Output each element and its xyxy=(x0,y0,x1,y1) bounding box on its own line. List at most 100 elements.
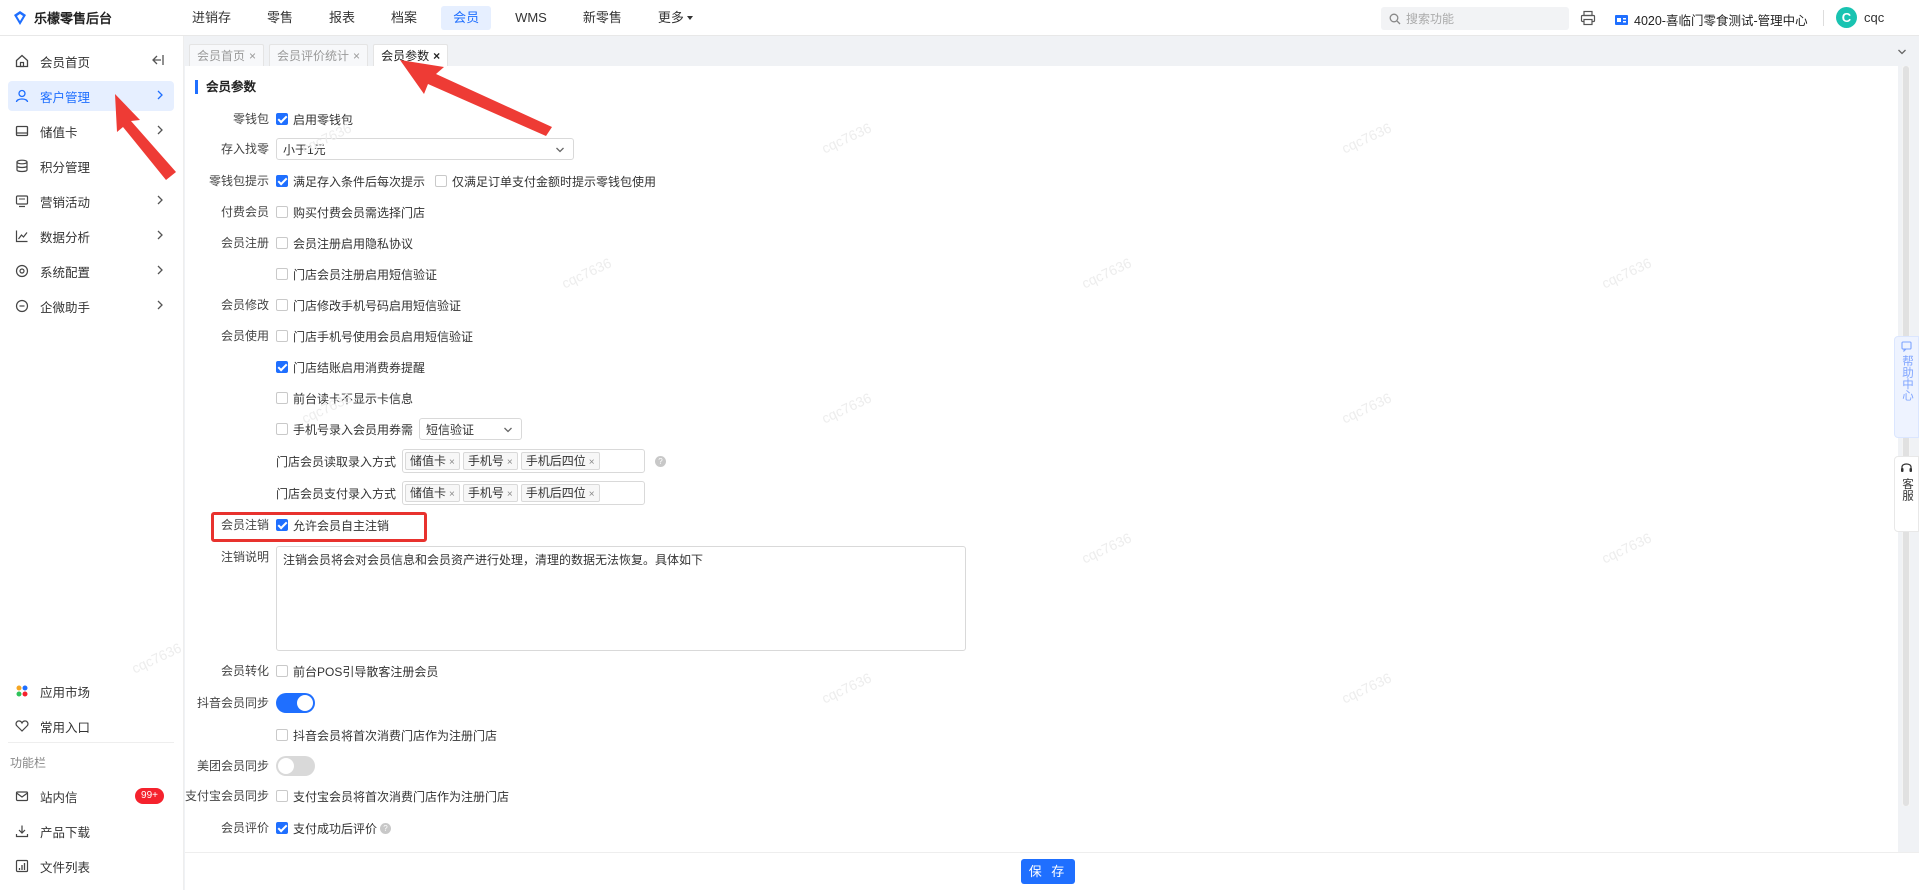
remove-tag-icon[interactable]: × xyxy=(507,489,513,500)
sidebar-item-member-home[interactable]: 会员首页 xyxy=(8,46,174,76)
store-icon xyxy=(1615,14,1628,25)
help-center-button[interactable]: 帮助中心 xyxy=(1894,336,1919,438)
sidebar-item-downloads[interactable]: 产品下载 xyxy=(8,816,174,846)
close-icon[interactable]: × xyxy=(353,49,360,63)
remove-tag-icon[interactable]: × xyxy=(507,457,513,468)
alipay-first-store-checkbox[interactable] xyxy=(276,790,288,802)
collapse-sidebar-icon[interactable] xyxy=(151,54,164,69)
cancel-description-textarea[interactable]: 注销会员将会对会员信息和会员资产进行处理，清理的数据无法恢复。具体如下 xyxy=(276,546,966,651)
select-value: 小于1元 xyxy=(283,142,326,157)
printer-icon[interactable] xyxy=(1580,10,1596,26)
modify-phone-sms-checkbox[interactable] xyxy=(276,299,288,311)
register-privacy-checkbox[interactable] xyxy=(276,237,288,249)
register-sms-checkbox[interactable] xyxy=(276,268,288,280)
info-icon[interactable]: ? xyxy=(655,455,667,467)
chevron-right-icon xyxy=(156,194,164,209)
sidebar-item-system-config[interactable]: 系统配置 xyxy=(8,256,174,286)
nav-new-retail[interactable]: 新零售 xyxy=(571,6,634,30)
field-value: 会员注册启用隐私协议 xyxy=(276,232,413,254)
remove-tag-icon[interactable]: × xyxy=(449,457,455,468)
field-value: 门店手机号使用会员启用短信验证 xyxy=(276,325,473,347)
file-list-icon xyxy=(14,858,30,874)
checkbox-label: 前台读卡不显示卡信息 xyxy=(293,391,414,406)
close-icon[interactable]: × xyxy=(433,49,440,63)
hide-card-info-checkbox[interactable] xyxy=(276,392,288,404)
close-icon[interactable]: × xyxy=(249,49,256,63)
sidebar-item-customer-management[interactable]: 客户管理 xyxy=(8,81,174,111)
tab-member-home[interactable]: 会员首页 × xyxy=(189,44,265,66)
nav-member[interactable]: 会员 xyxy=(441,5,492,30)
rate-after-pay-checkbox[interactable] xyxy=(276,822,288,834)
phone-coupon-checkbox[interactable] xyxy=(276,423,288,435)
sidebar-item-messages[interactable]: 站内信 99+ xyxy=(8,781,174,811)
pos-guide-register-checkbox[interactable] xyxy=(276,665,288,677)
nav-archive[interactable]: 档案 xyxy=(379,6,429,30)
checkbox-label: 门店会员注册启用短信验证 xyxy=(293,267,438,282)
field-value: 门店会员读取录入方式 储值卡 × 手机号 × 手机后四位 × ? xyxy=(276,449,667,473)
store-selector[interactable]: 4020-喜临门零食测试-管理中心 xyxy=(1614,10,1808,29)
section-title: 会员参数 xyxy=(195,80,256,94)
chevron-down-icon[interactable] xyxy=(1897,45,1907,59)
checkbox-label: 满足存入条件后每次提示 xyxy=(293,174,426,189)
nav-reports[interactable]: 报表 xyxy=(317,6,367,30)
nav-more[interactable]: 更多 xyxy=(646,6,705,30)
nav-retail[interactable]: 零售 xyxy=(255,6,305,30)
field-label: 支付宝会员同步 xyxy=(185,789,270,803)
chevron-down-icon xyxy=(556,147,564,153)
enable-wallet-checkbox[interactable] xyxy=(276,113,288,125)
logo-icon xyxy=(14,10,26,25)
search-input[interactable]: 搜索功能 xyxy=(1381,7,1569,30)
sidebar-item-marketing[interactable]: 营销活动 xyxy=(8,186,174,216)
sidebar-item-common-entry[interactable]: 常用入口 xyxy=(8,711,174,741)
sidebar-item-label: 常用入口 xyxy=(40,720,91,735)
checkout-coupon-remind-checkbox[interactable] xyxy=(276,361,288,373)
chevron-right-icon xyxy=(156,299,164,314)
sidebar-item-label: 数据分析 xyxy=(40,230,91,245)
nav-more-label: 更多 xyxy=(657,9,684,25)
checkbox-label: 支付宝会员将首次消费门店作为注册门店 xyxy=(293,789,510,804)
field-value: 支付成功后评价 ? xyxy=(276,817,392,839)
customer-service-button[interactable]: 客服 xyxy=(1894,456,1919,532)
toggle-knob xyxy=(297,695,313,711)
read-mode-multiselect[interactable]: 储值卡 × 手机号 × 手机后四位 × xyxy=(402,449,646,473)
member-params-form: 会员参数 零钱包 启用零钱包 存入找零 小于1元 零钱包提示 满足存入条件后每次… xyxy=(185,66,1898,852)
info-icon[interactable]: ? xyxy=(380,822,392,834)
remove-tag-icon[interactable]: × xyxy=(449,489,455,500)
deposit-select[interactable]: 小于1元 xyxy=(276,138,574,160)
apps-icon xyxy=(14,683,30,699)
usage-phone-sms-checkbox[interactable] xyxy=(276,330,288,342)
save-button[interactable]: 保 存 xyxy=(1021,859,1075,884)
meituan-sync-toggle[interactable] xyxy=(276,756,315,776)
sidebar-item-data-analysis[interactable]: 数据分析 xyxy=(8,221,174,251)
wallet-tip-order-amount-checkbox[interactable] xyxy=(435,175,448,187)
phone-coupon-verify-select[interactable]: 短信验证 xyxy=(419,418,523,440)
field-label: 美团会员同步 xyxy=(196,759,269,773)
headset-icon xyxy=(1901,463,1912,472)
sidebar-item-label: 站内信 xyxy=(40,790,78,805)
brand[interactable]: 乐檬零售后台 xyxy=(0,8,180,27)
douyin-first-store-checkbox[interactable] xyxy=(276,729,288,741)
remove-tag-icon[interactable]: × xyxy=(589,489,595,500)
sidebar-item-label: 积分管理 xyxy=(40,160,91,175)
douyin-sync-toggle[interactable] xyxy=(276,693,315,713)
sidebar-item-app-market[interactable]: 应用市场 xyxy=(8,676,174,706)
sidebar-item-points[interactable]: 积分管理 xyxy=(8,151,174,181)
tab-member-rating-stats[interactable]: 会员评价统计 × xyxy=(269,44,369,66)
checkbox-label: 购买付费会员需选择门店 xyxy=(293,205,426,220)
avatar: C xyxy=(1836,7,1857,28)
user-menu[interactable]: C cqc xyxy=(1836,7,1884,28)
remove-tag-icon[interactable]: × xyxy=(589,457,595,468)
wallet-tip-every-time-checkbox[interactable] xyxy=(276,175,288,187)
sidebar-item-wecom-assistant[interactable]: 企微助手 xyxy=(8,291,174,321)
field-value: 满足存入条件后每次提示 仅满足订单支付金额时提示零钱包使用 xyxy=(276,170,656,192)
checkbox-label: 支付成功后评价 xyxy=(293,821,378,836)
nav-wms[interactable]: WMS xyxy=(503,6,559,30)
field-value: 前台POS引导散客注册会员 xyxy=(276,660,438,682)
chat-icon xyxy=(1901,341,1912,352)
nav-inventory[interactable]: 进销存 xyxy=(180,6,243,30)
sidebar-item-file-list[interactable]: 文件列表 xyxy=(8,851,174,881)
paid-member-store-checkbox[interactable] xyxy=(276,206,288,218)
sidebar-item-stored-value-card[interactable]: 储值卡 xyxy=(8,116,174,146)
tab-member-params[interactable]: 会员参数 × xyxy=(373,44,449,66)
pay-mode-multiselect[interactable]: 储值卡 × 手机号 × 手机后四位 × xyxy=(402,481,646,505)
